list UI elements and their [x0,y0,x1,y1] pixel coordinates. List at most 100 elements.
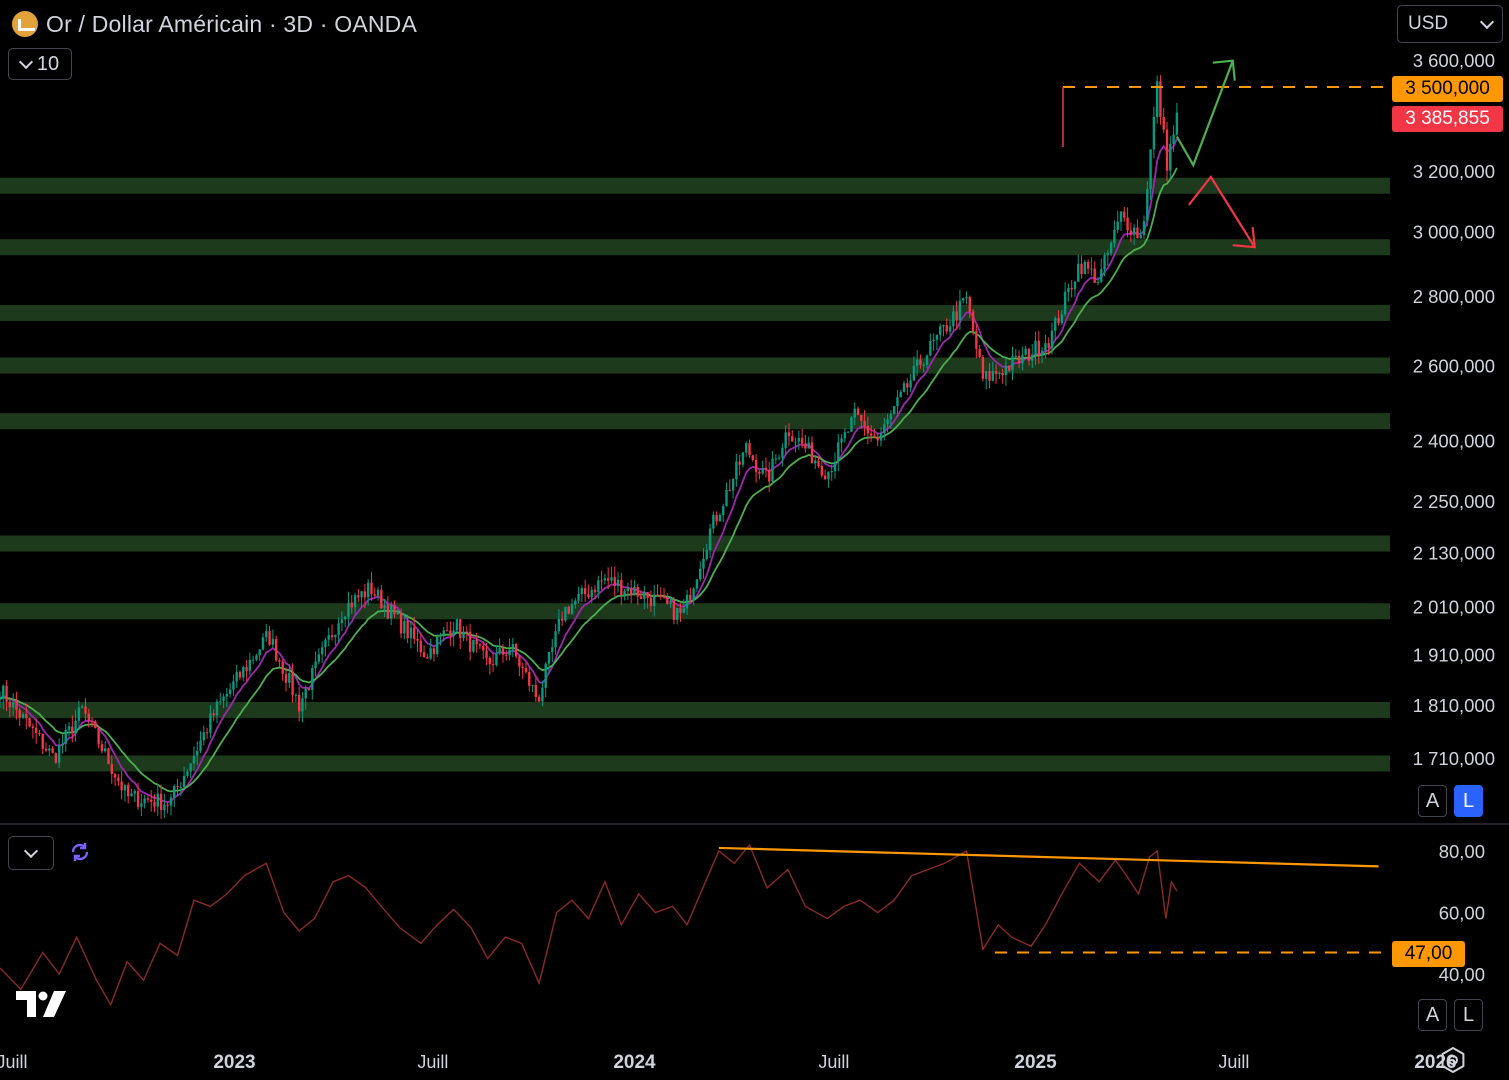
candle-body [130,793,133,797]
candle-body [1027,348,1031,361]
candle-body [741,452,745,465]
sync-icon[interactable] [68,840,92,864]
candle-body [1021,354,1024,364]
candle-body [140,803,143,807]
candle-body [912,365,916,381]
candle-body [695,579,699,589]
indicator-collapse-button[interactable]: 10 [8,48,72,80]
candle-body [896,397,899,407]
candle-body [675,607,679,620]
candle-body [797,438,801,442]
gear-icon[interactable] [1440,1047,1466,1073]
candle-body [1149,149,1152,190]
candle-body [768,469,771,482]
candle-body [659,595,662,597]
candle-body [820,466,824,476]
candle-body [551,647,554,652]
candle-body [580,588,584,594]
candle-body [442,630,445,635]
candle-body [666,597,669,604]
candle-body [955,311,958,321]
candle-body [823,475,827,480]
candle-body [1096,281,1100,283]
candle-body [827,471,830,480]
candle-body [764,467,768,470]
rsi-tick-label: 40,00 [1439,964,1485,985]
candle-body [600,580,603,582]
candle-body [436,636,439,655]
candle-body [1054,318,1057,331]
candle-body [291,673,294,696]
price-tick-label: 3 200,000 [1413,161,1495,182]
candle-body [182,775,186,788]
time-tick-label: Juill [417,1052,448,1072]
candle-body [320,647,324,655]
price-auto-scale-button[interactable]: A [1418,785,1447,817]
candle-body [856,408,860,416]
candle-body [699,568,702,580]
candle-body [1063,291,1067,315]
candle-body [219,701,222,703]
candle-body [1100,269,1103,282]
candle-body [781,447,784,458]
bullish-projection-arrow[interactable] [1175,60,1234,168]
rsi-trendline[interactable] [718,846,1379,868]
candle-body [1126,217,1129,231]
chart-canvas[interactable]: 3 600,000 3 200,000 3 000,000 2 800,000 2 60… [0,0,1509,1080]
candle-body [166,804,169,806]
candle-body [994,371,998,375]
candle-body [2,685,5,699]
candle-body [61,743,64,746]
price-log-scale-button[interactable]: L [1454,785,1483,817]
candle-body [294,694,298,696]
tradingview-logo-icon [16,991,66,1017]
candle-body [938,326,942,335]
candle-body [242,667,245,678]
candle-body [1109,242,1113,254]
candle-body [804,443,807,449]
currency-select[interactable]: USD [1397,5,1503,43]
candle-body [623,591,626,595]
rsi-collapse-button[interactable] [8,836,54,870]
rsi-auto-scale-button[interactable]: A [1418,999,1447,1031]
candle-body [363,591,367,598]
candle-body [495,653,498,665]
candle-body [899,391,902,398]
candle-body [1090,268,1093,270]
candle-body [317,654,321,662]
candle-body [54,752,58,763]
candle-body [156,793,159,807]
candle-body [1004,365,1008,376]
support-zone [0,413,1390,430]
candle-body [107,748,110,765]
candle-body [577,593,580,601]
candle-body [985,371,988,379]
candle-body [173,786,176,798]
candle-body [482,645,485,651]
candle-body [771,458,774,482]
candle-body [409,627,413,639]
candle-body [685,594,689,609]
candle-body [422,652,426,657]
candle-body [554,631,557,648]
candle-body [1106,253,1110,256]
candle-body [603,578,607,581]
symbol-header[interactable]: Or / Dollar Américain · 3D · OANDA [12,9,417,39]
rsi-log-scale-button[interactable]: L [1454,999,1483,1031]
candle-body [593,589,597,593]
time-tick-label: 2023 [213,1052,255,1073]
candle-body [212,713,215,716]
candle-body [738,461,741,465]
candle-body [705,550,708,559]
candle-body [511,644,515,650]
candle-body [1017,355,1021,364]
candle-body [176,786,179,788]
candle-body [314,661,317,669]
candle-body [136,791,140,807]
candle-body [777,457,781,459]
candle-body [626,587,630,592]
candle-body [343,616,347,620]
time-tick-label: Juill [818,1052,849,1072]
price-tick-label: 2 800,000 [1413,286,1495,307]
candle-body [163,804,166,811]
